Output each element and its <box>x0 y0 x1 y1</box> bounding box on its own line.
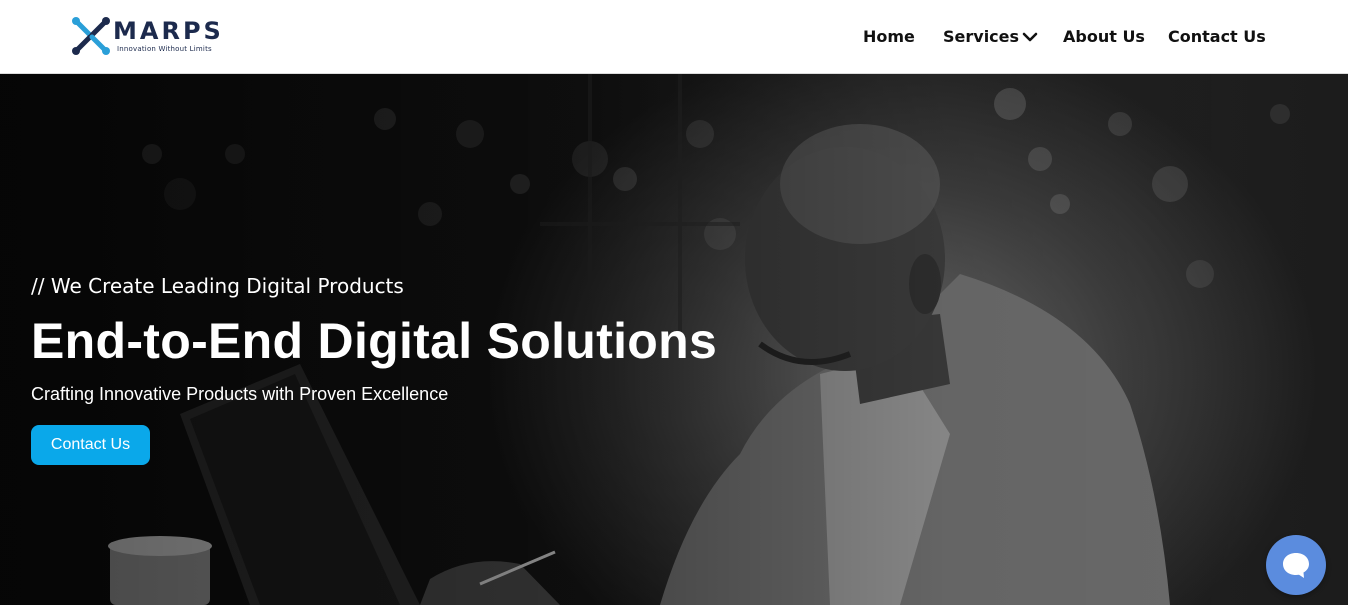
site-header: MARPS Innovation Without Limits Home Ser… <box>0 0 1348 74</box>
main-nav: Home Services About Us Contact Us <box>0 25 1348 49</box>
nav-home[interactable]: Home <box>863 25 915 49</box>
hero-subhead: Crafting Innovative Products with Proven… <box>31 384 449 404</box>
hero-headline: End-to-End Digital Solutions <box>31 313 718 369</box>
chat-launcher-button[interactable] <box>1266 535 1326 595</box>
nav-services[interactable]: Services <box>943 25 1038 49</box>
chat-bubble-icon <box>1283 553 1309 578</box>
hero-section: // We Create Leading Digital Products En… <box>0 74 1348 605</box>
nav-about[interactable]: About Us <box>1063 25 1145 49</box>
contact-us-button[interactable]: Contact Us <box>31 425 150 465</box>
nav-about-label: About Us <box>1063 27 1145 46</box>
nav-home-label: Home <box>863 27 915 46</box>
hero-eyebrow: // We Create Leading Digital Products <box>31 274 404 298</box>
nav-contact[interactable]: Contact Us <box>1168 25 1266 49</box>
nav-contact-label: Contact Us <box>1168 27 1266 46</box>
nav-services-label: Services <box>943 27 1020 46</box>
chevron-down-icon <box>1022 32 1038 42</box>
